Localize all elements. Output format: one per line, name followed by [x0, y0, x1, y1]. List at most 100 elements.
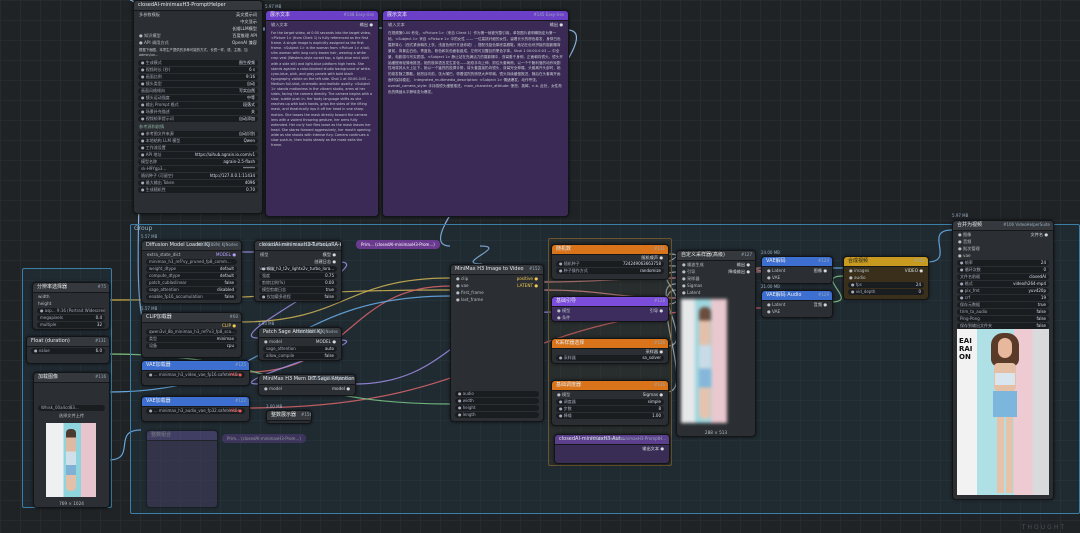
prompt-helper-option[interactable]: ● 生成模式 图生视频 [138, 60, 258, 67]
advanced-sampler-node[interactable]: #127 自定义采样器(高级) ● 噪波生成 输出 ● ● 引导 降噪输出 ● ● 采样… [676, 250, 756, 437]
turbo-lora-widget[interactable]: 剪除比例(%) 0.00 [259, 280, 337, 286]
node-badge: #154 closedAI-minimaxH3-PromptH... [262, 242, 338, 247]
create-video-widget[interactable]: ● vid_depth 0 [848, 289, 924, 295]
prompt-helper-node[interactable]: closedAI-minimaxH3-PromptHelper 多参数模板 英文提… [133, 0, 263, 214]
vae-file-select[interactable]: ● ... minimax_h3_audio_vae_fp32.safetens… [146, 408, 245, 414]
video-combine-widget[interactable]: ● 帧率 24 [957, 260, 1049, 266]
clip-widget-value: cpu [226, 343, 234, 348]
resolution-widget[interactable]: megapixels 0.4 [37, 315, 105, 321]
prompt-helper-setting[interactable]: sk-H9Ygp3... ****** [138, 166, 258, 173]
diffusion-model-loader-node[interactable]: #134 (88N) KJNodes Diffusion Model Loade… [141, 240, 242, 304]
create-video-widget[interactable]: ● fps 24 [848, 282, 924, 288]
graph-canvas[interactable]: Group closedAI-minimaxH3-PromptHelper 多参… [0, 0, 1080, 533]
noise-widget[interactable]: ● 随机种子 724249063663758 [556, 261, 664, 267]
diffusion-widget[interactable]: minimax_h3_ref?vy_pruned_fp8_comm... [146, 259, 237, 265]
turbo-lora-node[interactable]: #154 closedAI-minimaxH3-PromptH... close… [254, 240, 342, 302]
prompt-helper-option[interactable]: ● 视频时长 (秒) 6 s [138, 67, 258, 74]
prompt-helper-setting[interactable]: 随机种子 (可留空) http://127.0.0.1:11434 [138, 173, 258, 180]
muted-primitive-pill[interactable]: Prim... (closedAI-minimaxH3-Prom...) [222, 434, 306, 443]
text-output-area[interactable]: For the target video, at 0:00 seconds in… [266, 28, 378, 214]
i2v-input: ● last_frame [451, 296, 543, 303]
sampler-select-node[interactable]: #126 K采样器选择 采样器 ● ● 采样器 sa_solver [551, 338, 669, 364]
prompt-helper-setting[interactable]: ● API 地址 https://aihub.agrain.io.com/v1 [138, 152, 258, 159]
vae-loader-video-node[interactable]: #125 VAE加载器 ● ... minimax_h3_video_vae_f… [141, 360, 250, 386]
video-combine-widget[interactable]: trim_to_audio false [957, 309, 1049, 315]
turbo-lora-widget-label: 剪除比例(%) [262, 280, 285, 285]
patch-sage-attention-node[interactable]: #136 (BETA) KJNodes Patch Sage Attention… [258, 327, 342, 361]
patch-sage-widget[interactable]: allow_compile false [263, 353, 337, 359]
i2v-widget[interactable]: ● width [455, 398, 539, 404]
image-file-select[interactable]: Whisk_00a4cd83... [38, 405, 105, 411]
turbo-lora-widget[interactable]: 强度 0.75 [259, 273, 337, 279]
resolution-widget[interactable]: ● asp... 9:16 (Portrait Widescreen) [37, 308, 105, 314]
prompt-helper-option[interactable]: 画面风格倾向 写实自然 [138, 88, 258, 95]
vae-file-select[interactable]: ● ... minimax_h3_video_vae_fp16.safetens… [146, 372, 245, 378]
upload-button[interactable]: 选择文件上传 [34, 412, 109, 419]
i2v-widget[interactable]: ● height [455, 405, 539, 411]
prompt-helper-setting[interactable]: ● 工作流设置 [138, 145, 258, 152]
i2v-widget[interactable]: ● length [455, 412, 539, 418]
prompt-helper-setting[interactable]: ● 本地结构 LLM 模型 Qwen [138, 138, 258, 145]
scheduler-widget[interactable]: ● 降噪 1.00 [556, 413, 664, 419]
prompt-helper-setting[interactable]: ● 最大输出 Token 4096 [138, 180, 258, 187]
muted-node[interactable]: 整数组合 [146, 430, 218, 508]
resolution-widget[interactable]: multiple 32 [37, 322, 105, 328]
resolution-selector-node[interactable]: #75 分辨率选择器 width height ● asp... 9:16 (Por… [32, 282, 110, 330]
turbo-lora-widget[interactable]: ● 调用 GPU 显存占用 (GB) 0.00 [259, 301, 337, 302]
scheduler-widget[interactable]: ● 步数 8 [556, 406, 664, 412]
diffusion-widget[interactable]: patch_cublaslinear false [146, 280, 237, 286]
basic-guider-node[interactable]: #128 基础引导 ● 模型 引导 ● ● 条件 [551, 296, 669, 322]
turbo-lora-widget[interactable]: ● 仅加载多进程 false [259, 294, 337, 300]
integer-display-node[interactable]: #156 整数展示器 [266, 410, 312, 424]
vae-loader-audio-node[interactable]: #122 VAE加载器 ● ... minimax_h3_audio_vae_f… [141, 396, 250, 422]
video-combine-widget[interactable]: Ping-Pong false [957, 316, 1049, 322]
prompt-helper-setting[interactable]: ● 生成随机性 0.70 [138, 187, 258, 194]
scheduler-widget[interactable]: ● 调度器 simple [556, 399, 664, 405]
noise-widget[interactable]: ● 种子操作方式 randomize [556, 268, 664, 274]
clip-widget[interactable]: 类型 minimax [146, 336, 237, 342]
video-combine-widget[interactable]: ● crf 19 [957, 295, 1049, 301]
turbo-lora-widget[interactable]: ● 模型 minimax_h3_t2v_lightx2v_turbo_lora..… [259, 266, 337, 272]
dit-sage-attention-patch-node[interactable]: #155 (BETA) KJNodes MiniMax H3 Mem DiT S… [258, 374, 356, 396]
prompt-helper-option[interactable]: ● 场景补充描述 关 [138, 109, 258, 116]
prompt-helper-option[interactable]: ● 镜头类型 自动 [138, 81, 258, 88]
patch-sage-widget[interactable]: sage_attention auto [263, 346, 337, 352]
clip-loader-node[interactable]: #60 CLIP加载器 CLIP ● qwen3vl_8b_minimax_h3… [141, 312, 242, 358]
show-text-node-chinese[interactable]: #145 Easy-Use 展示文本 输入文本 输出 ● 在视频第0.00 秒处，… [382, 10, 569, 217]
prompt-helper-setting[interactable]: ● 参考图文件来源 自动识别 [138, 131, 258, 138]
prompt-helper-setting[interactable]: 模型名称 agrain-2.5-flash [138, 159, 258, 166]
float-value-input[interactable]: ● value 6.0 [31, 348, 105, 354]
load-image-node[interactable]: #116 加载图像 Whisk_00a4cd83... 选择文件上传 769 ×… [33, 372, 110, 508]
random-noise-node[interactable]: #131 随机数 随机噪声 ● ● 随机种子 724249063663758 ● 种… [551, 244, 669, 280]
prompt-helper-option[interactable]: ● 视频帧率提示词 自动添加 [138, 116, 258, 123]
advanced-sampler-io-label: ● Latent [682, 290, 701, 295]
clip-widget[interactable]: qwen3vl_8b_minimax_h3_ref?v3_fp8_sca... [146, 329, 237, 335]
basic-scheduler-node[interactable]: #126 基础调度器 ● 模型 Sigmas ● ● 调度器 simple ● 步数 8 ●… [551, 380, 669, 426]
clip-widget[interactable]: 设备 cpu [146, 343, 237, 349]
prompt-helper-option[interactable]: ● 镜头运动强度 中等 [138, 95, 258, 102]
turbo-lora-widget[interactable]: 模型剪裁日志 true [259, 287, 337, 293]
primitive-pill[interactable]: Prim... (closedAI-minimaxH3-Prom...) [356, 240, 440, 249]
show-text-node-english[interactable]: #148 Easy-Use 展示文本 输入文本 输出 ● For the targ… [265, 10, 379, 217]
video-combine-widget[interactable]: ● pix_fmt yuv420p [957, 288, 1049, 294]
diffusion-widget[interactable]: enable_fp16_accumulation false [146, 294, 237, 300]
float-duration-node[interactable]: #131 Float (duration) ● value 6.0 [26, 336, 110, 364]
prompt-helper-option[interactable]: ● 画面比例 9:16 [138, 74, 258, 81]
vae-decode-node[interactable]: #124 VAE解码 ● Latent 图像 ● ● VAE [761, 256, 833, 284]
text-output-area[interactable]: 在视频第0.00 秒处，<Picture 1>（来自 Client 1）作为第一… [383, 28, 568, 214]
video-combine-widget[interactable]: ● 格式 video/h264-mp4 [957, 281, 1049, 287]
video-combine-widget[interactable]: 文件名前缀 closedAI [957, 274, 1049, 280]
vae-decode-audio-node[interactable]: #129 VAE解码 Audio ● Latent 音频 ● ● VAE [761, 290, 833, 318]
prompt-helper-option[interactable]: ● 输出 Prompt 格式 段落式 [138, 102, 258, 109]
sampler-widget[interactable]: ● 采样器 sa_solver [556, 355, 664, 361]
create-video-node[interactable]: #132 合成视频 ● images VIDEO ● ● audio ● fps 24 ●… [843, 256, 929, 300]
diffusion-widget[interactable]: weight_dtype default [146, 266, 237, 272]
video-combine-widget[interactable]: 保存元数据 true [957, 302, 1049, 308]
autoprompt-node[interactable]: #158 closedAI-minimaxH3-PromptH... close… [554, 434, 670, 464]
i2v-widget[interactable]: ● audio [455, 391, 539, 397]
diffusion-widget[interactable]: compute_dtype default [146, 273, 237, 279]
diffusion-widget[interactable]: sage_attention disabled [146, 287, 237, 293]
video-combine-widget[interactable]: ● 循环次数 0 [957, 267, 1049, 273]
video-combine-node[interactable]: #106 VideoHelperSuite 合并为视频 ● 图像 文件名 ● ● 音… [952, 220, 1054, 500]
minimax-image-to-video-node[interactable]: #152 MiniMax H3 Image to Video ● clip pos… [450, 264, 544, 422]
